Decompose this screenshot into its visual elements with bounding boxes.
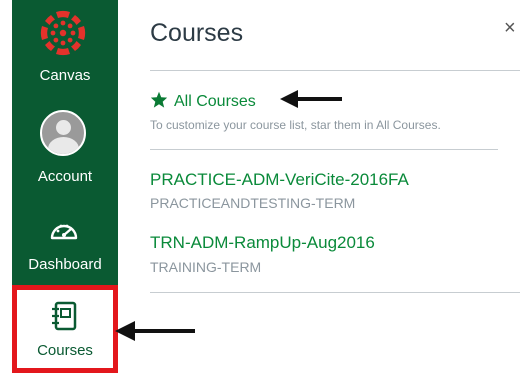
arrow-left-icon xyxy=(280,90,342,108)
arrow-left-icon xyxy=(115,321,195,341)
nav-canvas-label: Canvas xyxy=(39,67,91,84)
divider xyxy=(150,292,520,293)
canvas-logo-icon xyxy=(40,10,86,56)
course-link[interactable]: TRN-ADM-RampUp-Aug2016 xyxy=(150,233,375,253)
nav-courses[interactable]: Courses xyxy=(12,285,118,373)
star-icon xyxy=(150,91,168,108)
nav-canvas[interactable]: Canvas xyxy=(12,0,118,88)
course-term: TRAINING-TERM xyxy=(150,259,262,275)
course-term: PRACTICEANDTESTING-TERM xyxy=(150,195,356,211)
global-nav: Canvas Account Dashboard xyxy=(12,0,118,285)
course-link[interactable]: PRACTICE-ADM-VeriCite-2016FA xyxy=(150,170,409,190)
divider xyxy=(150,149,498,150)
divider xyxy=(150,70,520,71)
nav-account[interactable]: Account xyxy=(12,92,118,192)
all-courses-label: All Courses xyxy=(174,93,256,110)
course-list-hint: To customize your course list, star them… xyxy=(150,118,441,132)
avatar-icon xyxy=(40,110,86,156)
dashboard-gauge-icon xyxy=(49,216,79,244)
nav-dashboard[interactable]: Dashboard xyxy=(12,200,118,285)
tray-title: Courses xyxy=(150,19,244,47)
nav-account-label: Account xyxy=(37,168,93,185)
notebook-icon xyxy=(50,300,80,332)
close-icon[interactable]: × xyxy=(504,16,516,40)
all-courses-link[interactable]: All Courses xyxy=(150,91,256,112)
nav-dashboard-label: Dashboard xyxy=(28,256,102,273)
nav-courses-label: Courses xyxy=(37,342,93,359)
